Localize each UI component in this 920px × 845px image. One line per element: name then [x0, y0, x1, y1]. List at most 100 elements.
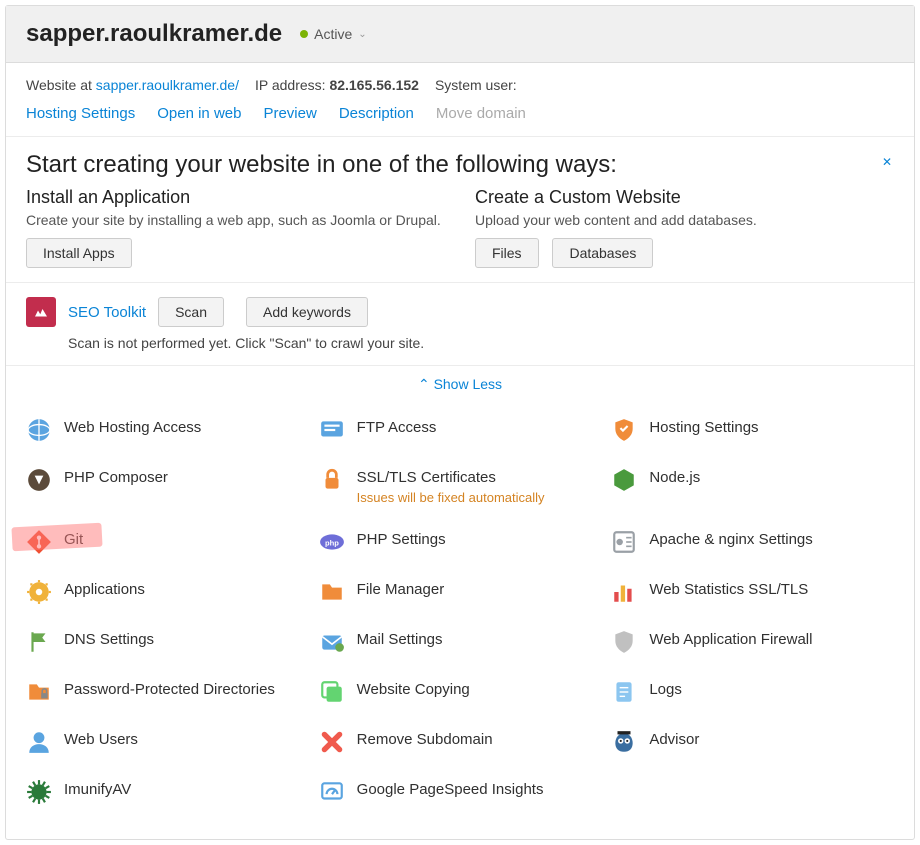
seo-toolkit-section: SEO Toolkit Scan Add keywords Scan is no…: [6, 282, 914, 365]
status-dropdown[interactable]: Active ⌄: [300, 26, 367, 42]
close-icon[interactable]: ✕: [882, 155, 892, 169]
applications-icon: [26, 579, 52, 605]
hosting-settings-icon: [611, 417, 637, 443]
feature-label: PHP Composer: [64, 469, 168, 486]
feature-website-copy[interactable]: Website Copying: [319, 669, 602, 715]
seo-toolkit-icon: [26, 297, 56, 327]
feature-label: Website Copying: [357, 681, 470, 698]
feature-label: PHP Settings: [357, 531, 446, 548]
scan-button[interactable]: Scan: [158, 297, 224, 327]
feature-mail-settings[interactable]: Mail Settings: [319, 619, 602, 665]
feature-ssl[interactable]: SSL/TLS CertificatesIssues will be fixed…: [319, 457, 602, 515]
add-keywords-button[interactable]: Add keywords: [246, 297, 368, 327]
feature-label: Web Application Firewall: [649, 631, 812, 648]
file-manager-icon: [319, 579, 345, 605]
waf-icon: [611, 629, 637, 655]
hosting-settings-link[interactable]: Hosting Settings: [26, 105, 135, 122]
mail-settings-icon: [319, 629, 345, 655]
custom-website-col: Create a Custom Website Upload your web …: [475, 187, 894, 268]
feature-php-settings[interactable]: php PHP Settings: [319, 519, 602, 565]
feature-label: Apache & nginx Settings: [649, 531, 812, 548]
seo-toolkit-link[interactable]: SEO Toolkit: [68, 304, 146, 321]
feature-label: Password-Protected Directories: [64, 681, 275, 698]
feature-label: SSL/TLS Certificates: [357, 469, 496, 486]
feature-label: Logs: [649, 681, 682, 698]
preview-link[interactable]: Preview: [263, 105, 316, 122]
website-label: Website at: [26, 77, 96, 93]
feature-grid: Web Hosting Access FTP Access Hosting Sett…: [6, 403, 914, 839]
feature-label: Node.js: [649, 469, 700, 486]
feature-label: Web Users: [64, 731, 138, 748]
website-url-link[interactable]: sapper.raoulkramer.de/: [96, 77, 239, 93]
php-composer-icon: [26, 467, 52, 493]
system-user-label: System user:: [435, 77, 517, 93]
status-dot-icon: [300, 30, 308, 38]
web-stats-icon: [611, 579, 637, 605]
feature-pwd-dirs[interactable]: Password-Protected Directories: [26, 669, 309, 715]
domain-meta: Website at sapper.raoulkramer.de/ IP add…: [6, 63, 914, 101]
git-icon: [26, 529, 52, 555]
feature-ftp-access[interactable]: FTP Access: [319, 407, 602, 453]
web-hosting-access-icon: [26, 417, 52, 443]
feature-web-users[interactable]: Web Users: [26, 719, 309, 765]
feature-label: DNS Settings: [64, 631, 154, 648]
feature-label: File Manager: [357, 581, 445, 598]
feature-label: Mail Settings: [357, 631, 443, 648]
web-users-icon: [26, 729, 52, 755]
custom-heading: Create a Custom Website: [475, 187, 894, 208]
domain-title: sapper.raoulkramer.de: [26, 20, 282, 48]
feature-file-manager[interactable]: File Manager: [319, 569, 602, 615]
feature-label: Applications: [64, 581, 145, 598]
feature-nodejs[interactable]: Node.js: [611, 457, 894, 515]
imunifyav-icon: [26, 779, 52, 805]
remove-sub-icon: [319, 729, 345, 755]
chevron-up-icon: ⌃: [418, 376, 430, 392]
feature-pagespeed[interactable]: Google PageSpeed Insights: [319, 769, 602, 815]
ip-value: 82.165.56.152: [329, 77, 419, 93]
website-copy-icon: [319, 679, 345, 705]
install-apps-button[interactable]: Install Apps: [26, 238, 132, 268]
feature-label: Remove Subdomain: [357, 731, 493, 748]
feature-web-hosting-access[interactable]: Web Hosting Access: [26, 407, 309, 453]
feature-web-stats[interactable]: Web Statistics SSL/TLS: [611, 569, 894, 615]
feature-label: FTP Access: [357, 419, 437, 436]
custom-desc: Upload your web content and add database…: [475, 212, 894, 228]
pagespeed-icon: [319, 779, 345, 805]
feature-label: Web Hosting Access: [64, 419, 201, 436]
feature-dns-settings[interactable]: DNS Settings: [26, 619, 309, 665]
move-domain-link: Move domain: [436, 105, 526, 122]
ftp-access-icon: [319, 417, 345, 443]
description-link[interactable]: Description: [339, 105, 414, 122]
show-less-toggle[interactable]: ⌃ Show Less: [6, 366, 914, 403]
databases-button[interactable]: Databases: [552, 238, 653, 268]
feature-php-composer[interactable]: PHP Composer: [26, 457, 309, 515]
svg-text:php: php: [325, 538, 339, 547]
chevron-down-icon: ⌄: [358, 29, 366, 40]
feature-waf[interactable]: Web Application Firewall: [611, 619, 894, 665]
feature-label: ImunifyAV: [64, 781, 131, 798]
panel-header: sapper.raoulkramer.de Active ⌄: [6, 6, 914, 63]
apache-nginx-icon: [611, 529, 637, 555]
feature-hosting-settings[interactable]: Hosting Settings: [611, 407, 894, 453]
ip-label: IP address:: [255, 77, 329, 93]
advisor-icon: [611, 729, 637, 755]
nodejs-icon: [611, 467, 637, 493]
logs-icon: [611, 679, 637, 705]
install-desc: Create your site by installing a web app…: [26, 212, 445, 228]
feature-label: Git: [64, 531, 83, 548]
install-application-col: Install an Application Create your site …: [26, 187, 445, 268]
ssl-icon: [319, 467, 345, 493]
open-in-web-link[interactable]: Open in web: [157, 105, 241, 122]
feature-git[interactable]: Git: [26, 519, 309, 565]
feature-imunifyav[interactable]: ImunifyAV: [26, 769, 309, 815]
files-button[interactable]: Files: [475, 238, 539, 268]
feature-logs[interactable]: Logs: [611, 669, 894, 715]
feature-remove-sub[interactable]: Remove Subdomain: [319, 719, 602, 765]
feature-advisor[interactable]: Advisor: [611, 719, 894, 765]
start-creating-section: Start creating your website in one of th…: [6, 136, 914, 282]
domain-action-links: Hosting Settings Open in web Preview Des…: [6, 101, 914, 136]
feature-apache-nginx[interactable]: Apache & nginx Settings: [611, 519, 894, 565]
seo-note: Scan is not performed yet. Click "Scan" …: [68, 335, 894, 351]
status-text: Active: [314, 26, 352, 42]
feature-applications[interactable]: Applications: [26, 569, 309, 615]
